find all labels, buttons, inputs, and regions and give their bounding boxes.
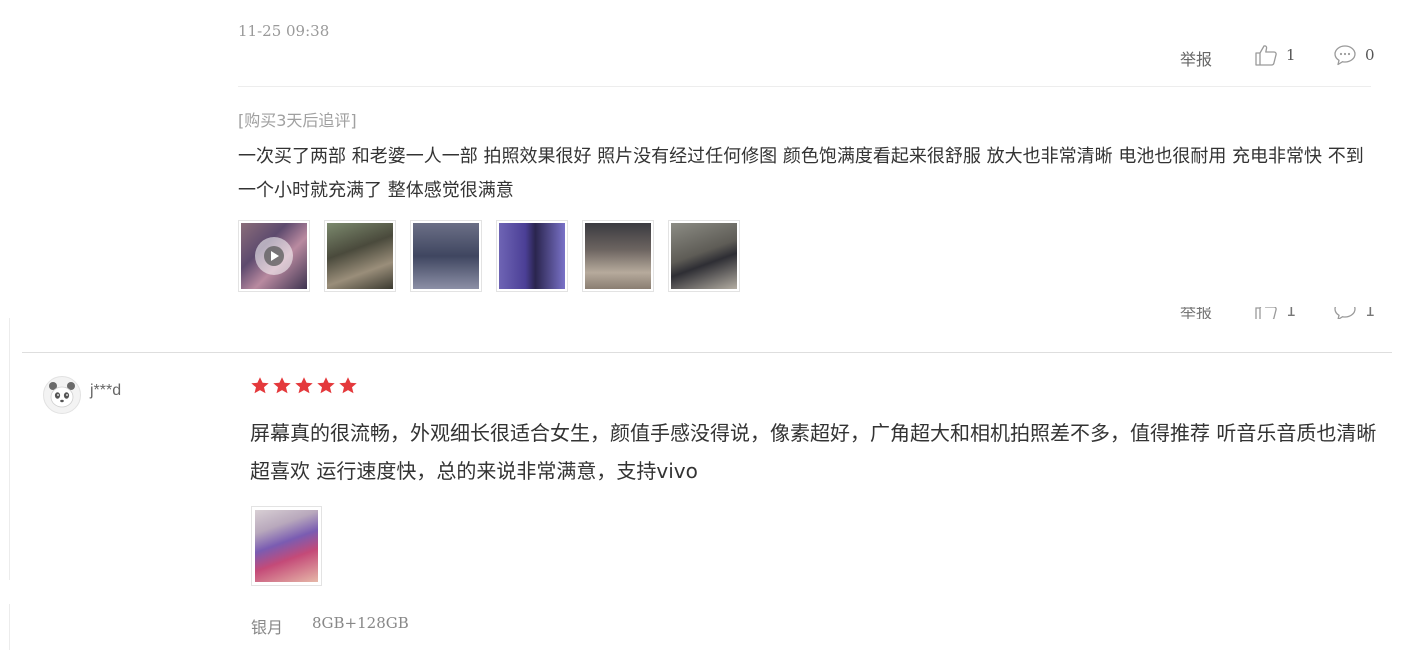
reply-button[interactable]: 1	[1333, 307, 1375, 319]
report-button[interactable]: 举报	[1180, 46, 1212, 70]
thumbs-up-icon	[1255, 307, 1277, 319]
reply-button[interactable]: 0	[1333, 44, 1375, 66]
review-image-thumbnail[interactable]	[582, 220, 654, 292]
avatar[interactable]	[43, 376, 81, 414]
username[interactable]: j***d	[90, 382, 121, 400]
review-text: 屏幕真的很流畅，外观细长很适合女生，颜值手感没得说，像素超好，广角超大和相机拍照…	[250, 421, 1377, 483]
star-icon	[273, 377, 291, 394]
star-icon	[339, 377, 357, 394]
comment-time: 11-25 09:38	[238, 22, 330, 40]
review-image-thumbnail[interactable]	[324, 220, 396, 292]
review-image-list	[238, 220, 740, 292]
star-rating	[250, 376, 358, 396]
product-color: 银月	[251, 618, 284, 637]
panda-avatar-icon	[44, 377, 80, 413]
star-icon	[251, 377, 269, 394]
report-label: 举报	[1180, 307, 1213, 319]
review-image-thumbnail[interactable]	[410, 220, 482, 292]
review-image-thumbnail[interactable]	[668, 220, 740, 292]
reply-count: 0	[1365, 46, 1375, 64]
append-review-text: 一次买了两部 和老婆一人一部 拍照效果很好 照片没有经过任何修图 颜色饱满度看起…	[238, 146, 1364, 201]
reply-count: 1	[1365, 307, 1376, 319]
review-image-thumbnail[interactable]	[496, 220, 568, 292]
divider	[238, 86, 1371, 87]
append-review-tag: [购买3天后追评]	[238, 111, 357, 130]
report-button[interactable]: 举报	[1180, 307, 1212, 319]
page-left-border	[9, 318, 10, 580]
comment-bubble-icon	[1334, 307, 1356, 319]
star-icon	[295, 377, 313, 394]
thumbs-up-icon	[1255, 45, 1277, 66]
like-button[interactable]: 1	[1254, 307, 1296, 319]
product-memory: 8GB+128GB	[312, 614, 409, 632]
star-icon	[317, 377, 335, 394]
like-count: 1	[1286, 307, 1297, 319]
review-image-thumbnail[interactable]	[251, 506, 322, 586]
comment-bubble-icon	[1334, 45, 1356, 66]
page-left-border	[9, 604, 10, 650]
like-button[interactable]: 1	[1254, 44, 1296, 66]
play-icon	[255, 237, 293, 275]
like-count: 1	[1286, 46, 1296, 64]
comment-divider	[22, 352, 1392, 353]
report-label: 举报	[1180, 50, 1213, 69]
review-video-thumbnail[interactable]	[238, 220, 310, 292]
